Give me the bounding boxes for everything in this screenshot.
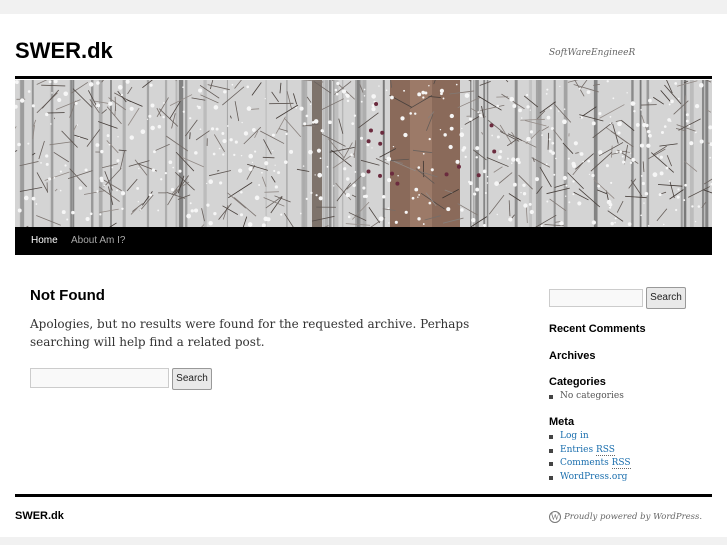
meta-list: Log in Entries RSS Comments RSS WordPres… — [549, 430, 631, 484]
header-image — [15, 80, 712, 227]
link-text: Log in — [560, 431, 589, 441]
wordpress-icon: W — [549, 511, 561, 523]
main-navigation: Home About Am I? — [15, 227, 712, 255]
site-title[interactable]: SWER.dk — [15, 38, 113, 64]
nav-item-home[interactable]: Home — [31, 227, 58, 255]
widget-title-recent-comments: Recent Comments — [549, 323, 646, 335]
meta-link-wordpress-org[interactable]: WordPress.org — [549, 471, 631, 485]
rss-abbr: RSS — [595, 444, 615, 456]
search-button[interactable]: Search — [172, 368, 212, 390]
nav-item-about[interactable]: About Am I? — [71, 227, 125, 255]
widget-title-categories: Categories — [549, 376, 606, 388]
list-item: No categories — [549, 390, 624, 404]
not-found-message: Apologies, but no results were found for… — [30, 317, 470, 349]
header-divider — [15, 76, 712, 79]
sidebar-search-input[interactable] — [549, 289, 643, 307]
page: SWER.dk SoftWareEngineeR Home About Am I… — [0, 14, 727, 537]
footer-site-title[interactable]: SWER.dk — [15, 510, 64, 522]
rss-abbr: RSS — [611, 458, 631, 469]
link-text: WordPress.org — [560, 471, 628, 482]
meta-link-entries-rss[interactable]: Entries RSS — [549, 444, 631, 458]
footer-divider — [15, 494, 712, 497]
footer-credit-link[interactable]: Proudly powered by WordPress. — [564, 512, 702, 522]
widget-title-archives: Archives — [549, 350, 596, 362]
link-text: Entries — [560, 444, 596, 455]
categories-list: No categories — [549, 390, 624, 404]
page-title: Not Found — [30, 287, 105, 304]
meta-link-comments-rss[interactable]: Comments RSS — [549, 457, 631, 471]
snowy-forest-image — [15, 80, 712, 227]
meta-link-login[interactable]: Log in — [549, 430, 631, 444]
widget-title-meta: Meta — [549, 416, 575, 428]
site-tagline: SoftWareEngineeR — [549, 48, 636, 58]
sidebar-search-button[interactable]: Search — [646, 287, 686, 309]
link-text: Comments — [560, 458, 612, 468]
search-input[interactable] — [30, 368, 169, 388]
